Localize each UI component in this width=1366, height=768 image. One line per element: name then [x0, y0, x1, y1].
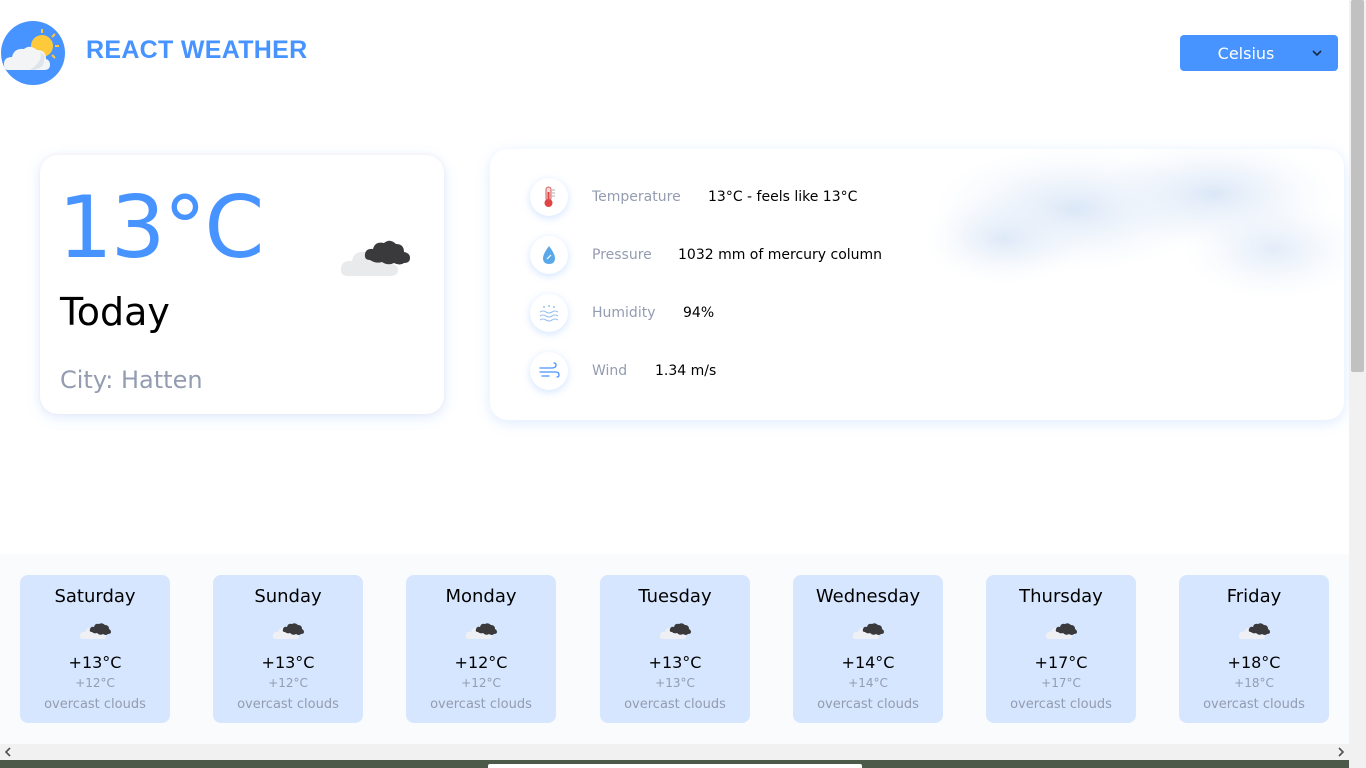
- forecast-min-temp: +18°C: [1234, 676, 1274, 690]
- forecast-card-wednesday[interactable]: Wednesday +14°C +14°C overcast clouds: [793, 575, 943, 723]
- detail-row-pressure: Pressure 1032 mm of mercury column: [530, 236, 1230, 276]
- overcast-clouds-icon: [1045, 623, 1077, 639]
- forecast-description: overcast clouds: [237, 697, 339, 712]
- detail-label: Wind: [592, 363, 628, 379]
- forecast-description: overcast clouds: [430, 697, 532, 712]
- scroll-right-arrow-icon[interactable]: [1335, 746, 1347, 758]
- forecast-max-temp: +13°C: [261, 653, 315, 672]
- cloud-sun-logo-icon: [1, 21, 65, 85]
- vertical-scrollbar-thumb[interactable]: [1351, 0, 1364, 372]
- detail-label: Humidity: [592, 305, 656, 321]
- unit-select[interactable]: Celsius: [1180, 35, 1338, 71]
- forecast-day: Saturday: [54, 586, 136, 607]
- chevron-down-icon: [1312, 50, 1322, 57]
- detail-label: Pressure: [592, 247, 652, 263]
- detail-value: 13°C - feels like 13°C: [708, 189, 858, 205]
- overcast-clouds-icon: [272, 623, 304, 639]
- forecast-description: overcast clouds: [817, 697, 919, 712]
- app-title: REACT WEATHER: [86, 36, 308, 64]
- forecast-min-temp: +12°C: [268, 676, 308, 690]
- pressure-drop-icon: [530, 236, 568, 274]
- overcast-clouds-icon: [1238, 623, 1270, 639]
- map-overlay-box: [488, 764, 862, 768]
- forecast-min-temp: +13°C: [655, 676, 695, 690]
- overcast-clouds-icon: [79, 623, 111, 639]
- forecast-card-sunday[interactable]: Sunday +13°C +12°C overcast clouds: [213, 575, 363, 723]
- forecast-max-temp: +12°C: [454, 653, 508, 672]
- humidity-icon: [530, 294, 568, 332]
- detail-row-wind: Wind 1.34 m/s: [530, 352, 1230, 392]
- forecast-description: overcast clouds: [1010, 697, 1112, 712]
- detail-row-temperature: Temperature 13°C - feels like 13°C: [530, 178, 1230, 218]
- overcast-clouds-icon: [340, 240, 410, 276]
- forecast-day: Friday: [1226, 586, 1282, 607]
- forecast-card-monday[interactable]: Monday +12°C +12°C overcast clouds: [406, 575, 556, 723]
- forecast-day: Tuesday: [638, 586, 712, 607]
- forecast-card-saturday[interactable]: Saturday +13°C +12°C overcast clouds: [20, 575, 170, 723]
- forecast-card-friday[interactable]: Friday +18°C +18°C overcast clouds: [1179, 575, 1329, 723]
- forecast-max-temp: +14°C: [841, 653, 895, 672]
- thermometer-icon: [530, 178, 568, 216]
- forecast-max-temp: +13°C: [68, 653, 122, 672]
- forecast-max-temp: +13°C: [648, 653, 702, 672]
- today-temperature: 13°C: [58, 178, 264, 278]
- forecast-day: Wednesday: [815, 586, 921, 607]
- forecast-card-tuesday[interactable]: Tuesday +13°C +13°C overcast clouds: [600, 575, 750, 723]
- forecast-min-temp: +17°C: [1041, 676, 1081, 690]
- forecast-card-thursday[interactable]: Thursday +17°C +17°C overcast clouds: [986, 575, 1136, 723]
- forecast-max-temp: +17°C: [1034, 653, 1088, 672]
- detail-value: 94%: [683, 305, 715, 321]
- overcast-clouds-icon: [659, 623, 691, 639]
- vertical-scrollbar[interactable]: [1349, 0, 1366, 768]
- overcast-clouds-icon: [465, 623, 497, 639]
- forecast-min-temp: +12°C: [75, 676, 115, 690]
- forecast-description: overcast clouds: [44, 697, 146, 712]
- detail-value: 1.34 m/s: [655, 363, 717, 379]
- cloud-background-image: [924, 149, 1344, 299]
- detail-row-humidity: Humidity 94%: [530, 294, 1230, 334]
- forecast-max-temp: +18°C: [1227, 653, 1281, 672]
- forecast-day: Monday: [445, 586, 517, 607]
- today-city: City: Hatten: [60, 366, 203, 394]
- today-day-label: Today: [60, 290, 170, 334]
- forecast-day: Thursday: [1019, 586, 1103, 607]
- detail-label: Temperature: [592, 189, 681, 205]
- scroll-left-arrow-icon[interactable]: [2, 746, 14, 758]
- forecast-min-temp: +14°C: [848, 676, 888, 690]
- forecast-min-temp: +12°C: [461, 676, 501, 690]
- overcast-clouds-icon: [852, 623, 884, 639]
- forecast-description: overcast clouds: [624, 697, 726, 712]
- horizontal-scrollbar[interactable]: [0, 744, 1349, 760]
- detail-value: 1032 mm of mercury column: [678, 247, 883, 263]
- unit-select-value: Celsius: [1217, 43, 1275, 63]
- forecast-description: overcast clouds: [1203, 697, 1305, 712]
- wind-icon: [530, 352, 568, 390]
- forecast-day: Sunday: [254, 586, 322, 607]
